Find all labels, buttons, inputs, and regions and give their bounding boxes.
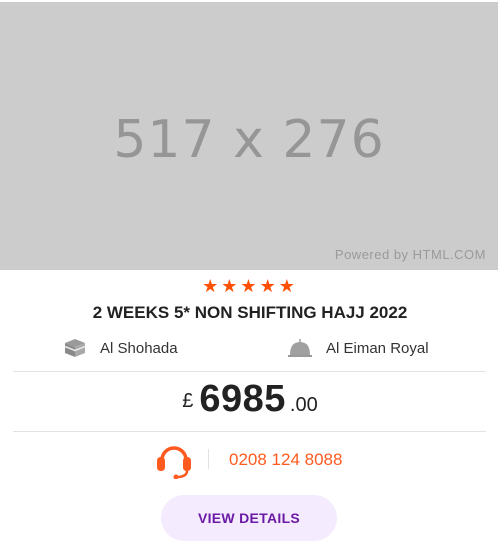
divider bbox=[13, 371, 486, 372]
divider bbox=[13, 431, 486, 432]
package-price: £6985.00 bbox=[0, 378, 500, 421]
powered-by-label: Powered by HTML.COM bbox=[334, 247, 486, 262]
madinah-hotel: Al Eiman Royal bbox=[288, 335, 429, 361]
phone-number-link[interactable]: 0208 124 8088 bbox=[229, 450, 342, 470]
star-icon: ★ bbox=[202, 276, 222, 296]
support-headset bbox=[156, 441, 192, 484]
star-icon: ★ bbox=[240, 276, 260, 296]
star-icon: ★ bbox=[259, 276, 279, 296]
kaaba-icon bbox=[64, 339, 86, 357]
package-title: 2 WEEKS 5* NON SHIFTING HAJJ 2022 bbox=[92, 303, 408, 322]
view-details-button[interactable]: VIEW DETAILS bbox=[161, 495, 337, 541]
mosque-dome-icon bbox=[288, 339, 312, 357]
makkah-hotel: Al Shohada bbox=[64, 335, 178, 361]
price-decimals: .00 bbox=[289, 394, 318, 416]
madinah-hotel-name: Al Eiman Royal bbox=[326, 339, 429, 357]
package-card: 517 x 276 Powered by HTML.COM ★★★★★ 2 WE… bbox=[0, 0, 500, 551]
headset-icon bbox=[157, 446, 191, 480]
star-rating: ★★★★★ bbox=[0, 277, 500, 295]
image-dimensions-label: 517 x 276 bbox=[113, 110, 385, 170]
price-amount: 6985 bbox=[199, 378, 286, 420]
star-icon: ★ bbox=[221, 276, 241, 296]
price-currency: £ bbox=[182, 390, 194, 412]
contact-separator bbox=[208, 449, 209, 469]
makkah-hotel-name: Al Shohada bbox=[100, 339, 178, 357]
package-image-placeholder[interactable]: 517 x 276 Powered by HTML.COM bbox=[0, 2, 498, 270]
star-icon: ★ bbox=[278, 276, 298, 296]
